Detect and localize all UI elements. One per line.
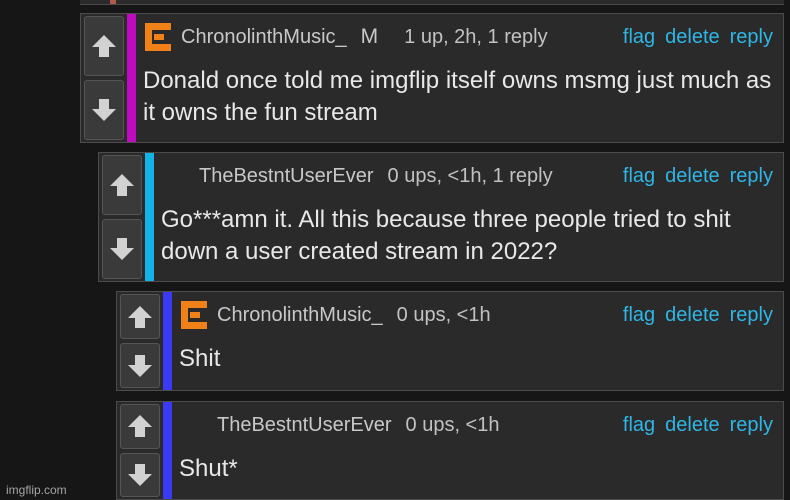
comment-stats: 1 up, 2h, 1 reply [404, 25, 548, 48]
comment-text: Donald once told me imgflip itself owns … [143, 67, 772, 126]
comment-stats: 0 ups, <1h [396, 303, 491, 326]
arrow-down-icon [92, 99, 116, 121]
arrow-up-icon [128, 415, 152, 438]
vote-controls [81, 14, 127, 142]
comment-header: TheBestntUserEver 0 ups, <1h, 1 reply fl… [161, 161, 773, 191]
delete-link[interactable]: delete [665, 304, 720, 327]
upvote-button[interactable] [84, 16, 124, 76]
comment-depth-stripe [145, 153, 154, 281]
vote-controls [117, 402, 163, 499]
downvote-button[interactable] [84, 80, 124, 140]
mod-badge: M [360, 25, 379, 48]
comment-actions: flag delete reply [623, 304, 773, 327]
reply-link[interactable]: reply [730, 304, 773, 327]
downvote-button[interactable] [120, 452, 160, 497]
arrow-up-icon [128, 305, 152, 328]
downvote-button[interactable] [102, 219, 142, 279]
user-avatar-icon[interactable] [179, 300, 209, 330]
comment-stats: 0 ups, <1h [405, 413, 500, 436]
flag-link[interactable]: flag [623, 304, 655, 327]
comment-header: ChronolinthMusic_ M 1 up, 2h, 1 reply fl… [143, 22, 773, 52]
arrow-up-icon [110, 174, 134, 196]
reply-link[interactable]: reply [730, 26, 773, 49]
comment-text: Shit [179, 345, 221, 372]
comment-actions: flag delete reply [623, 165, 773, 188]
comment-4: TheBestntUserEver 0 ups, <1h flag delete… [116, 401, 784, 500]
previous-comment-edge [80, 0, 784, 5]
flag-link[interactable]: flag [623, 26, 655, 49]
vote-controls [99, 153, 145, 281]
upvote-button[interactable] [120, 294, 160, 339]
comment-text: Go***amn it. All this because three peop… [161, 206, 731, 265]
comment-1: ChronolinthMusic_ M 1 up, 2h, 1 reply fl… [80, 13, 784, 143]
upvote-button[interactable] [102, 155, 142, 215]
imgflip-watermark: imgflip.com [6, 483, 67, 497]
delete-link[interactable]: delete [665, 414, 720, 437]
username-link[interactable]: TheBestntUserEver [217, 414, 392, 437]
arrow-down-icon [128, 354, 152, 377]
upvote-button[interactable] [120, 404, 160, 449]
delete-link[interactable]: delete [665, 165, 720, 188]
comment-depth-stripe [127, 14, 136, 142]
previous-comment-edge-mark [110, 0, 116, 4]
reply-link[interactable]: reply [730, 414, 773, 437]
reply-link[interactable]: reply [730, 165, 773, 188]
flag-link[interactable]: flag [623, 414, 655, 437]
username-link[interactable]: TheBestntUserEver [199, 165, 374, 188]
vote-controls [117, 292, 163, 390]
comment-actions: flag delete reply [623, 414, 773, 437]
username-link[interactable]: ChronolinthMusic_ [181, 26, 347, 49]
arrow-up-icon [92, 35, 116, 57]
arrow-down-icon [128, 463, 152, 486]
comment-stats: 0 ups, <1h, 1 reply [387, 164, 553, 187]
comment-2: TheBestntUserEver 0 ups, <1h, 1 reply fl… [98, 152, 784, 282]
flag-link[interactable]: flag [623, 165, 655, 188]
comment-text: Shut* [179, 455, 238, 482]
downvote-button[interactable] [120, 343, 160, 388]
comment-actions: flag delete reply [623, 26, 773, 49]
comment-depth-stripe [163, 292, 172, 390]
comment-3: ChronolinthMusic_ 0 ups, <1h flag delete… [116, 291, 784, 391]
comment-header: TheBestntUserEver 0 ups, <1h flag delete… [179, 410, 773, 440]
arrow-down-icon [110, 238, 134, 260]
user-avatar-icon[interactable] [143, 22, 173, 52]
username-link[interactable]: ChronolinthMusic_ [217, 304, 383, 327]
comment-header: ChronolinthMusic_ 0 ups, <1h flag delete… [179, 300, 773, 330]
delete-link[interactable]: delete [665, 26, 720, 49]
comment-depth-stripe [163, 402, 172, 499]
